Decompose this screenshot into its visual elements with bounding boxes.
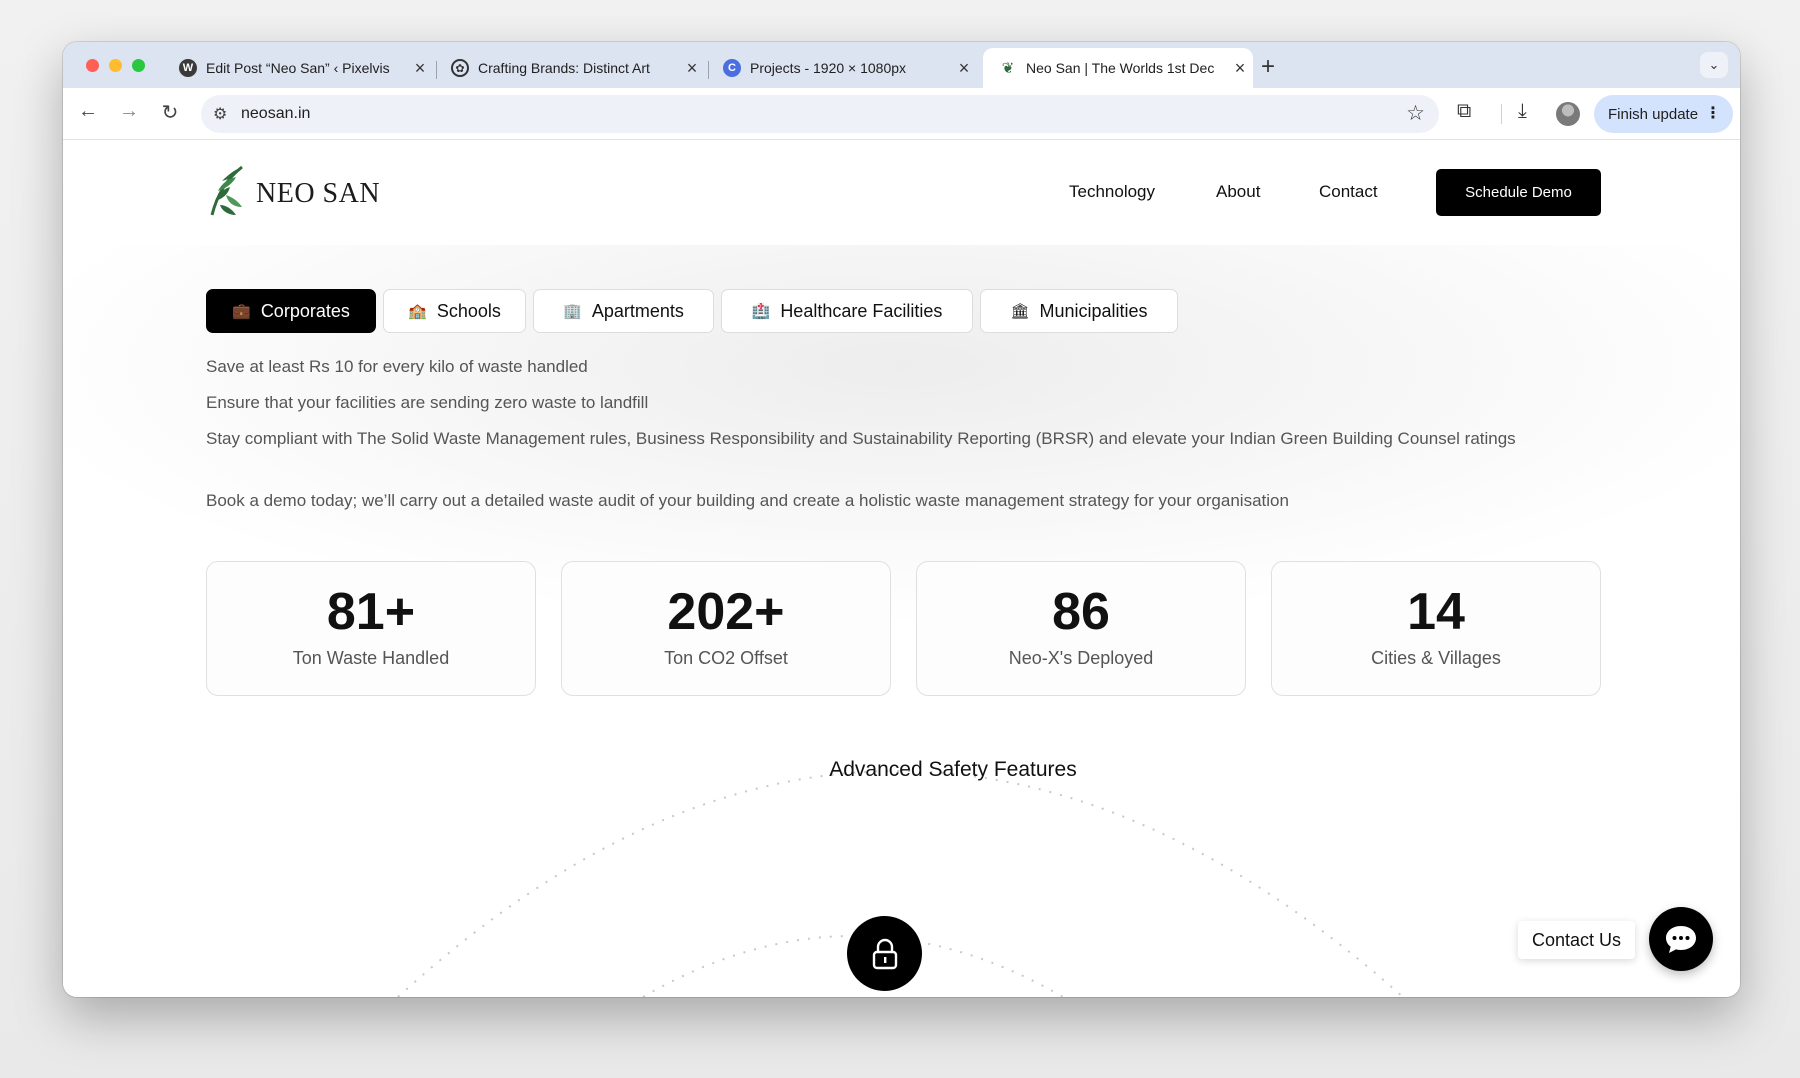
nav-link-about[interactable]: About	[1216, 182, 1260, 202]
logo-text: NEO SAN	[256, 178, 381, 209]
openai-icon: ✿	[451, 59, 469, 77]
toolbar-divider	[1501, 104, 1502, 124]
wordpress-icon: W	[179, 59, 197, 77]
site-settings-icon[interactable]: ⚙	[213, 104, 227, 124]
stat-label: Neo-X's Deployed	[1008, 648, 1154, 668]
segment-label: Municipalities	[1039, 300, 1148, 321]
close-tab-icon[interactable]: ×	[407, 58, 433, 79]
stat-label: Cities & Villages	[1371, 648, 1501, 668]
municipality-icon: 🏛	[1010, 303, 1030, 320]
segment-label: Healthcare Facilities	[780, 300, 943, 321]
tab-title: Edit Post “Neo San” ‹ Pixelvis	[206, 60, 390, 76]
canva-icon: C	[723, 59, 741, 77]
lock-feature-button[interactable]	[847, 916, 922, 991]
feature-title: Advanced Safety Features	[829, 758, 1077, 781]
segment-tab-corporates[interactable]: 💼 Corporates	[206, 289, 376, 333]
segment-tab-municipalities[interactable]: 🏛 Municipalities	[980, 289, 1178, 333]
neosan-logo[interactable]: NEO SAN	[206, 165, 380, 217]
stat-value: 14	[1407, 583, 1465, 641]
site-header: NEO SAN Technology About Contact Schedul…	[63, 140, 1740, 245]
new-tab-button[interactable]: +	[1261, 53, 1275, 81]
finish-update-button[interactable]: Finish update ⋮	[1594, 95, 1733, 133]
chat-bubble-icon	[1666, 926, 1696, 953]
tab-title: Crafting Brands: Distinct Art	[478, 60, 650, 76]
profile-avatar[interactable]	[1556, 102, 1580, 126]
building-icon: 🏢	[563, 303, 582, 320]
segment-tab-healthcare[interactable]: 🏥 Healthcare Facilities	[721, 289, 973, 333]
browser-tab-2[interactable]: ✿ Crafting Brands: Distinct Art ×	[435, 48, 705, 88]
hero-section: 💼 Corporates 🏫 Schools 🏢 Apartments 🏥 He…	[63, 245, 1740, 997]
segment-label: Apartments	[591, 300, 684, 321]
segment-label: Corporates	[260, 300, 350, 321]
url-text[interactable]: neosan.in	[241, 105, 310, 123]
browser-tab-4[interactable]: ❦ Neo San | The Worlds 1st Dec ×	[983, 48, 1253, 88]
forward-arrow-icon[interactable]: →	[116, 100, 142, 123]
close-tab-icon[interactable]: ×	[1227, 58, 1253, 79]
address-bar[interactable]: ⚙ neosan.in ☆	[201, 95, 1439, 133]
benefit-text: Save at least Rs 10 for every kilo of wa…	[206, 357, 588, 376]
back-arrow-icon[interactable]: ←	[75, 100, 101, 123]
reload-icon[interactable]: ↻	[157, 100, 183, 125]
stat-value: 86	[1052, 583, 1110, 641]
stat-label: Ton CO2 Offset	[664, 648, 788, 668]
extensions-puzzle-icon[interactable]: ⧉	[1457, 100, 1471, 123]
segment-tab-schools[interactable]: 🏫 Schools	[383, 289, 526, 333]
download-icon[interactable]: ⤓	[1518, 100, 1527, 123]
nav-link-technology[interactable]: Technology	[1069, 182, 1155, 202]
benefit-text: Ensure that your facilities are sending …	[206, 393, 649, 412]
tab-title: Neo San | The Worlds 1st Dec	[1026, 60, 1215, 76]
website-viewport: NEO SAN Technology About Contact Schedul…	[63, 140, 1740, 997]
tab-title: Projects - 1920 × 1080px	[750, 60, 907, 76]
stat-value: 81+	[326, 583, 416, 641]
school-icon: 🏫	[408, 303, 427, 320]
browser-window: W Edit Post “Neo San” ‹ Pixelvis × ✿ Cra…	[63, 42, 1740, 997]
browser-tab-1[interactable]: W Edit Post “Neo San” ‹ Pixelvis ×	[163, 48, 433, 88]
minimize-window-button[interactable]	[109, 59, 122, 72]
more-menu-icon[interactable]: ⋮	[1705, 103, 1721, 123]
browser-tab-3[interactable]: C Projects - 1920 × 1080px ×	[707, 48, 977, 88]
stat-card-co2: 202+ Ton CO2 Offset	[561, 561, 891, 696]
segment-label: Schools	[436, 300, 501, 321]
stat-label: Ton Waste Handled	[292, 648, 450, 668]
finish-update-label: Finish update	[1608, 105, 1699, 123]
leaf-logo-icon	[210, 165, 243, 216]
contact-us-label[interactable]: Contact Us	[1518, 921, 1636, 959]
tab-search-chevron-icon[interactable]: ⌄	[1700, 52, 1728, 78]
schedule-demo-button[interactable]: Schedule Demo	[1436, 169, 1601, 216]
chat-widget-button[interactable]	[1649, 907, 1713, 971]
stat-card-cities: 14 Cities & Villages	[1271, 561, 1601, 696]
segment-tab-apartments[interactable]: 🏢 Apartments	[533, 289, 714, 333]
tab-strip: W Edit Post “Neo San” ‹ Pixelvis × ✿ Cra…	[63, 42, 1740, 88]
lock-icon	[872, 938, 897, 969]
neosan-leaf-icon: ❦	[1001, 60, 1015, 77]
hospital-icon: 🏥	[751, 303, 771, 320]
close-tab-icon[interactable]: ×	[679, 58, 705, 79]
bookmark-star-icon[interactable]: ☆	[1406, 101, 1425, 126]
maximize-window-button[interactable]	[132, 59, 145, 72]
benefit-text: Stay compliant with The Solid Waste Mana…	[206, 429, 1516, 448]
benefit-text: Book a demo today; we’ll carry out a det…	[206, 491, 1289, 510]
stat-card-deployed: 86 Neo-X's Deployed	[916, 561, 1246, 696]
briefcase-icon: 💼	[232, 303, 251, 320]
stat-card-waste: 81+ Ton Waste Handled	[206, 561, 536, 696]
browser-toolbar: ← → ↻ ⚙ neosan.in ☆ ⧉ ⤓ Finish update ⋮	[63, 88, 1740, 140]
stat-value: 202+	[667, 583, 785, 641]
nav-link-contact[interactable]: Contact	[1319, 182, 1378, 202]
close-window-button[interactable]	[86, 59, 99, 72]
close-tab-icon[interactable]: ×	[951, 58, 977, 79]
